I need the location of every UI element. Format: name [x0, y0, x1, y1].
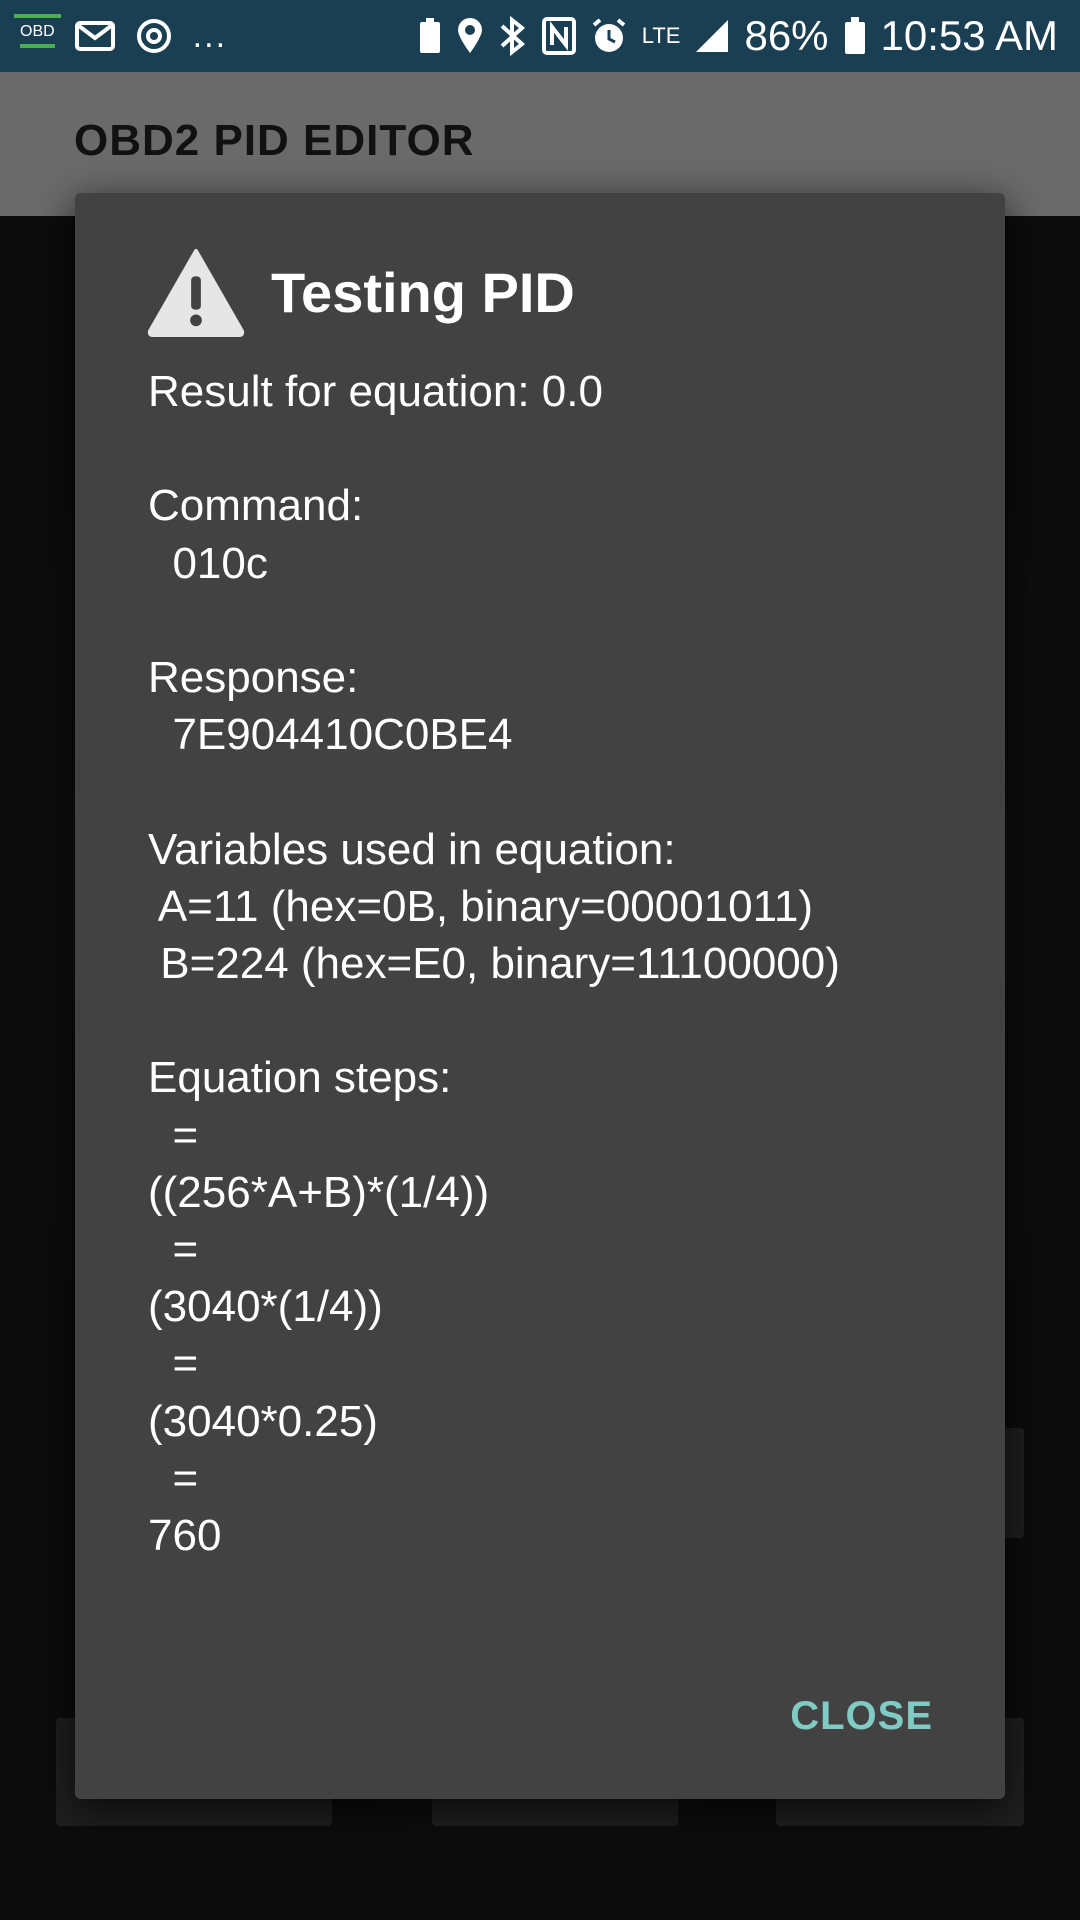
lte-label: LTE [641, 23, 681, 48]
signal-icon [694, 18, 730, 54]
nfc-icon [541, 17, 576, 55]
dialog-message: Result for equation: 0.0 Command: 010c R… [148, 367, 840, 1561]
battery-saver-icon [418, 17, 442, 55]
testing-pid-dialog: Testing PID Result for equation: 0.0 Com… [75, 193, 1005, 1799]
dialog-title: Testing PID [271, 260, 575, 324]
alarm-icon [590, 17, 628, 55]
location-icon [456, 17, 484, 55]
status-bar: OBD ... LTE 86% 10:53 AM [0, 0, 1080, 72]
sync-icon [135, 17, 173, 55]
battery-icon [843, 16, 867, 56]
dialog-header: Testing PID [147, 247, 575, 337]
obd-app-icon: OBD [14, 14, 61, 48]
battery-percent: 86% [744, 12, 829, 59]
bluetooth-icon [498, 16, 528, 56]
lte-icon: LTE [641, 23, 681, 48]
overflow-notifications: ... [192, 16, 228, 55]
clock: 10:53 AM [880, 12, 1058, 59]
mail-icon [74, 20, 115, 52]
warning-icon [147, 248, 245, 337]
close-button[interactable]: CLOSE [790, 1694, 933, 1739]
app-title: OBD2 PID EDITOR [74, 116, 475, 165]
